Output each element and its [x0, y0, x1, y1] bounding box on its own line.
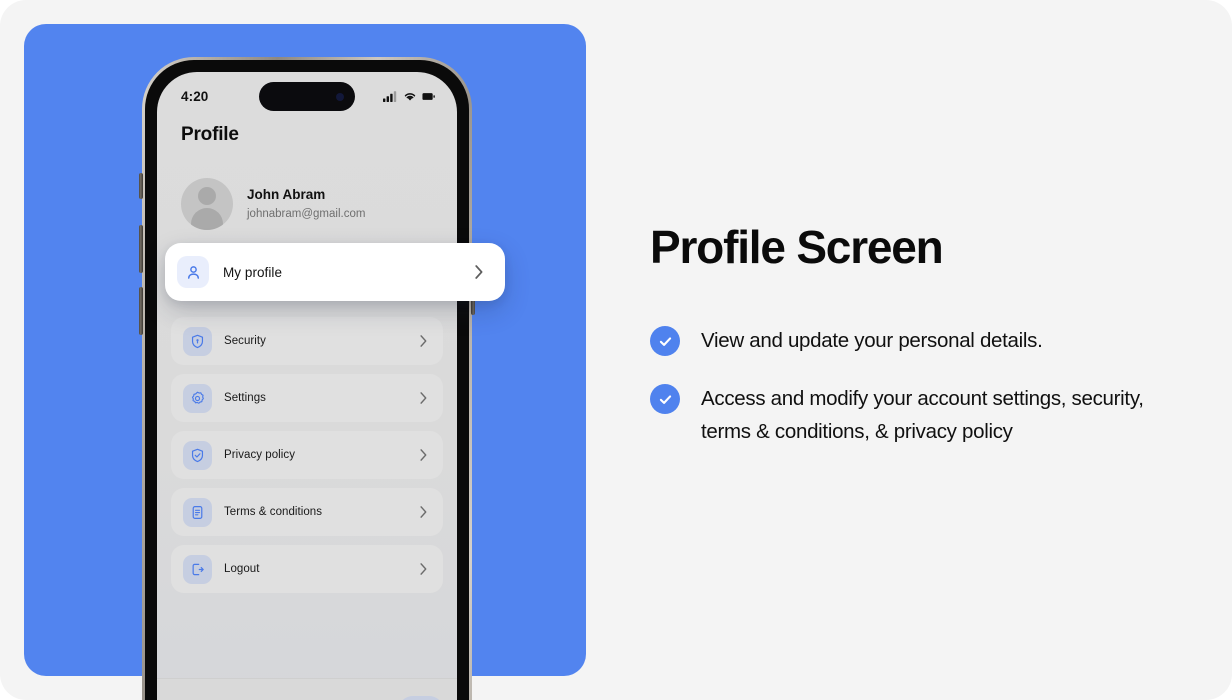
shield-lock-icon: [183, 326, 212, 356]
headline: Profile Screen: [650, 221, 944, 273]
gear-icon: [183, 383, 212, 413]
dynamic-island: [259, 82, 355, 111]
menu-item-logout[interactable]: Logout: [171, 545, 443, 593]
chevron-right-icon: [420, 563, 427, 575]
document-icon: [183, 497, 212, 527]
feature-bullet: View and update your personal details.: [650, 324, 1170, 357]
volume-down-button[interactable]: [139, 287, 143, 335]
chevron-right-icon: [420, 506, 427, 518]
tab-profile[interactable]: [397, 695, 444, 700]
avatar-body-shape: [191, 208, 223, 230]
profile-header[interactable]: John Abram johnabram@gmail.com: [157, 146, 457, 230]
menu-item-label: My profile: [223, 264, 283, 280]
menu-item-privacy-policy[interactable]: Privacy policy: [171, 431, 443, 479]
chevron-right-icon: [420, 335, 427, 347]
page-title: Profile: [181, 124, 239, 145]
front-camera-icon: [336, 92, 344, 101]
chevron-right-icon: [475, 265, 483, 279]
profile-identity: John Abram johnabram@gmail.com: [247, 185, 365, 223]
silent-switch-button[interactable]: [139, 173, 143, 199]
tab-bank[interactable]: [227, 696, 273, 700]
menu-item-my-profile-highlighted[interactable]: My profile: [165, 243, 505, 301]
logout-icon: [183, 554, 212, 584]
shield-check-icon: [183, 440, 212, 470]
feature-bullet-text: Access and modify your account settings,…: [701, 387, 1144, 444]
feature-bullet-list: View and update your personal details. A…: [650, 324, 1170, 449]
menu-item-label: Terms & conditions: [224, 506, 323, 518]
settings-menu-list: Security Settings Privacy policy Terms &…: [157, 250, 457, 593]
avatar-placeholder-icon: [198, 187, 216, 205]
feature-bullet-text: View and update your personal details.: [701, 329, 1043, 352]
chevron-right-icon: [420, 392, 427, 404]
tab-wallet[interactable]: [341, 696, 387, 700]
phone-inner-frame: 4:20 Profile John Abram johnabram@gmail.…: [145, 60, 469, 700]
content-column: Profile Screen View and update your pers…: [650, 0, 1180, 700]
phone-bezel: 4:20 Profile John Abram johnabram@gmail.…: [139, 57, 475, 700]
phone-mockup: 4:20 Profile John Abram johnabram@gmail.…: [139, 57, 475, 700]
bottom-tab-bar: [157, 678, 457, 700]
status-bar-icons: [383, 90, 435, 102]
tab-home[interactable]: [170, 696, 216, 700]
profile-email: johnabram@gmail.com: [247, 207, 366, 220]
chevron-right-icon: [420, 449, 427, 461]
check-circle-icon: [650, 384, 680, 415]
menu-item-label: Logout: [224, 563, 260, 575]
menu-item-label: Privacy policy: [224, 449, 295, 461]
profile-name: John Abram: [247, 187, 326, 203]
battery-icon: [422, 92, 435, 100]
wifi-icon: [404, 92, 416, 101]
tab-chart[interactable]: [284, 696, 330, 700]
phone-screen: 4:20 Profile John Abram johnabram@gmail.…: [157, 72, 457, 700]
status-bar-time: 4:20: [181, 88, 209, 104]
check-circle-icon: [650, 326, 680, 356]
person-icon: [177, 256, 209, 288]
menu-item-settings[interactable]: Settings: [171, 374, 443, 422]
menu-item-terms-conditions[interactable]: Terms & conditions: [171, 488, 443, 536]
cellular-signal-icon: [383, 90, 397, 102]
menu-item-label: Security: [224, 335, 266, 347]
page-root: 4:20 Profile John Abram johnabram@gmail.…: [0, 0, 1232, 700]
feature-bullet: Access and modify your account settings,…: [650, 382, 1170, 448]
menu-item-security[interactable]: Security: [171, 317, 443, 365]
volume-up-button[interactable]: [139, 225, 143, 273]
menu-item-label: Settings: [224, 392, 266, 404]
avatar[interactable]: [181, 178, 233, 230]
